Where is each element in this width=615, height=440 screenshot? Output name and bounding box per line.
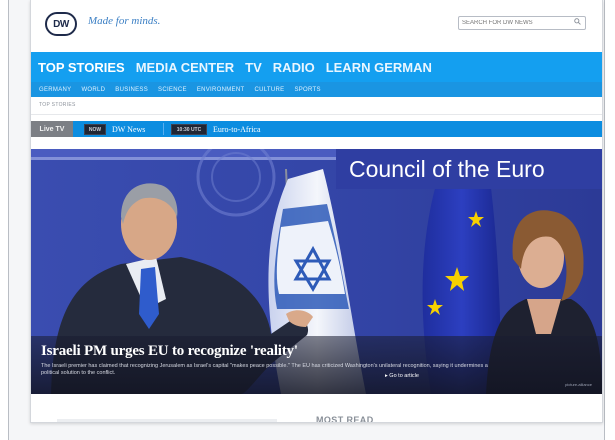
subnav-environment[interactable]: ENVIRONMENT (197, 87, 245, 93)
tagline: Made for minds. (88, 15, 161, 27)
site-header: DW Made for minds. (31, 0, 602, 45)
nav-radio[interactable]: RADIO (273, 60, 315, 75)
dw-logo[interactable]: DW (45, 12, 77, 36)
live-item-euro-to-africa[interactable]: 10:30 UTC Euro-to-Africa (171, 124, 261, 135)
sub-navigation: GERMANY WORLD BUSINESS SCIENCE ENVIRONME… (31, 82, 602, 97)
browser-frame: DW Made for minds. TOP STORIES MEDIA CEN… (8, 0, 605, 440)
subnav-culture[interactable]: CULTURE (254, 87, 284, 93)
photo-credit: picture-alliance (565, 382, 592, 387)
go-to-article-label: Go to article (389, 373, 419, 379)
search-icon[interactable] (574, 18, 581, 25)
live-tv-tab[interactable]: Live TV (31, 121, 73, 137)
go-to-article-link[interactable]: ▸ Go to article (385, 373, 419, 379)
live-badge: 10:30 UTC (171, 124, 207, 135)
live-item-label: DW News (112, 125, 146, 134)
subnav-business[interactable]: BUSINESS (115, 87, 148, 93)
dw-webpage: DW Made for minds. TOP STORIES MEDIA CEN… (30, 0, 603, 423)
search-box[interactable] (458, 16, 586, 30)
hero-article[interactable]: Council of the Euro Israeli PM urges EU … (31, 149, 602, 394)
breadcrumb[interactable]: TOP STORIES (39, 102, 76, 108)
live-bar: Live TV NOW DW News 10:30 UTC Euro-to-Af… (31, 121, 602, 137)
nav-tv[interactable]: TV (245, 60, 262, 75)
subnav-sports[interactable]: SPORTS (294, 87, 320, 93)
live-item-dw-news[interactable]: NOW DW News (84, 124, 145, 135)
subnav-science[interactable]: SCIENCE (158, 87, 187, 93)
subnav-world[interactable]: WORLD (81, 87, 105, 93)
hero-headline[interactable]: Israeli PM urges EU to recognize 'realit… (41, 343, 298, 360)
nav-top-stories[interactable]: TOP STORIES (38, 60, 125, 75)
search-input[interactable] (462, 18, 567, 28)
live-badge: NOW (84, 124, 106, 135)
nav-media-center[interactable]: MEDIA CENTER (136, 60, 234, 75)
main-navigation: TOP STORIES MEDIA CENTER TV RADIO LEARN … (31, 52, 602, 97)
hero-caption: Israeli PM urges EU to recognize 'realit… (31, 336, 602, 394)
divider (31, 114, 602, 115)
nav-learn-german[interactable]: LEARN GERMAN (326, 60, 432, 75)
hero-teaser: The Israeli premier has claimed that rec… (41, 363, 488, 376)
below-hero-section: MOST READ (31, 394, 602, 422)
live-item-label: Euro-to-Africa (213, 125, 261, 134)
live-separator (163, 123, 164, 135)
subnav-germany[interactable]: GERMANY (39, 87, 71, 93)
hero-background-sign: Council of the Euro (349, 156, 545, 182)
faint-text-placeholder (57, 419, 277, 422)
most-read-heading: MOST READ (316, 415, 374, 423)
